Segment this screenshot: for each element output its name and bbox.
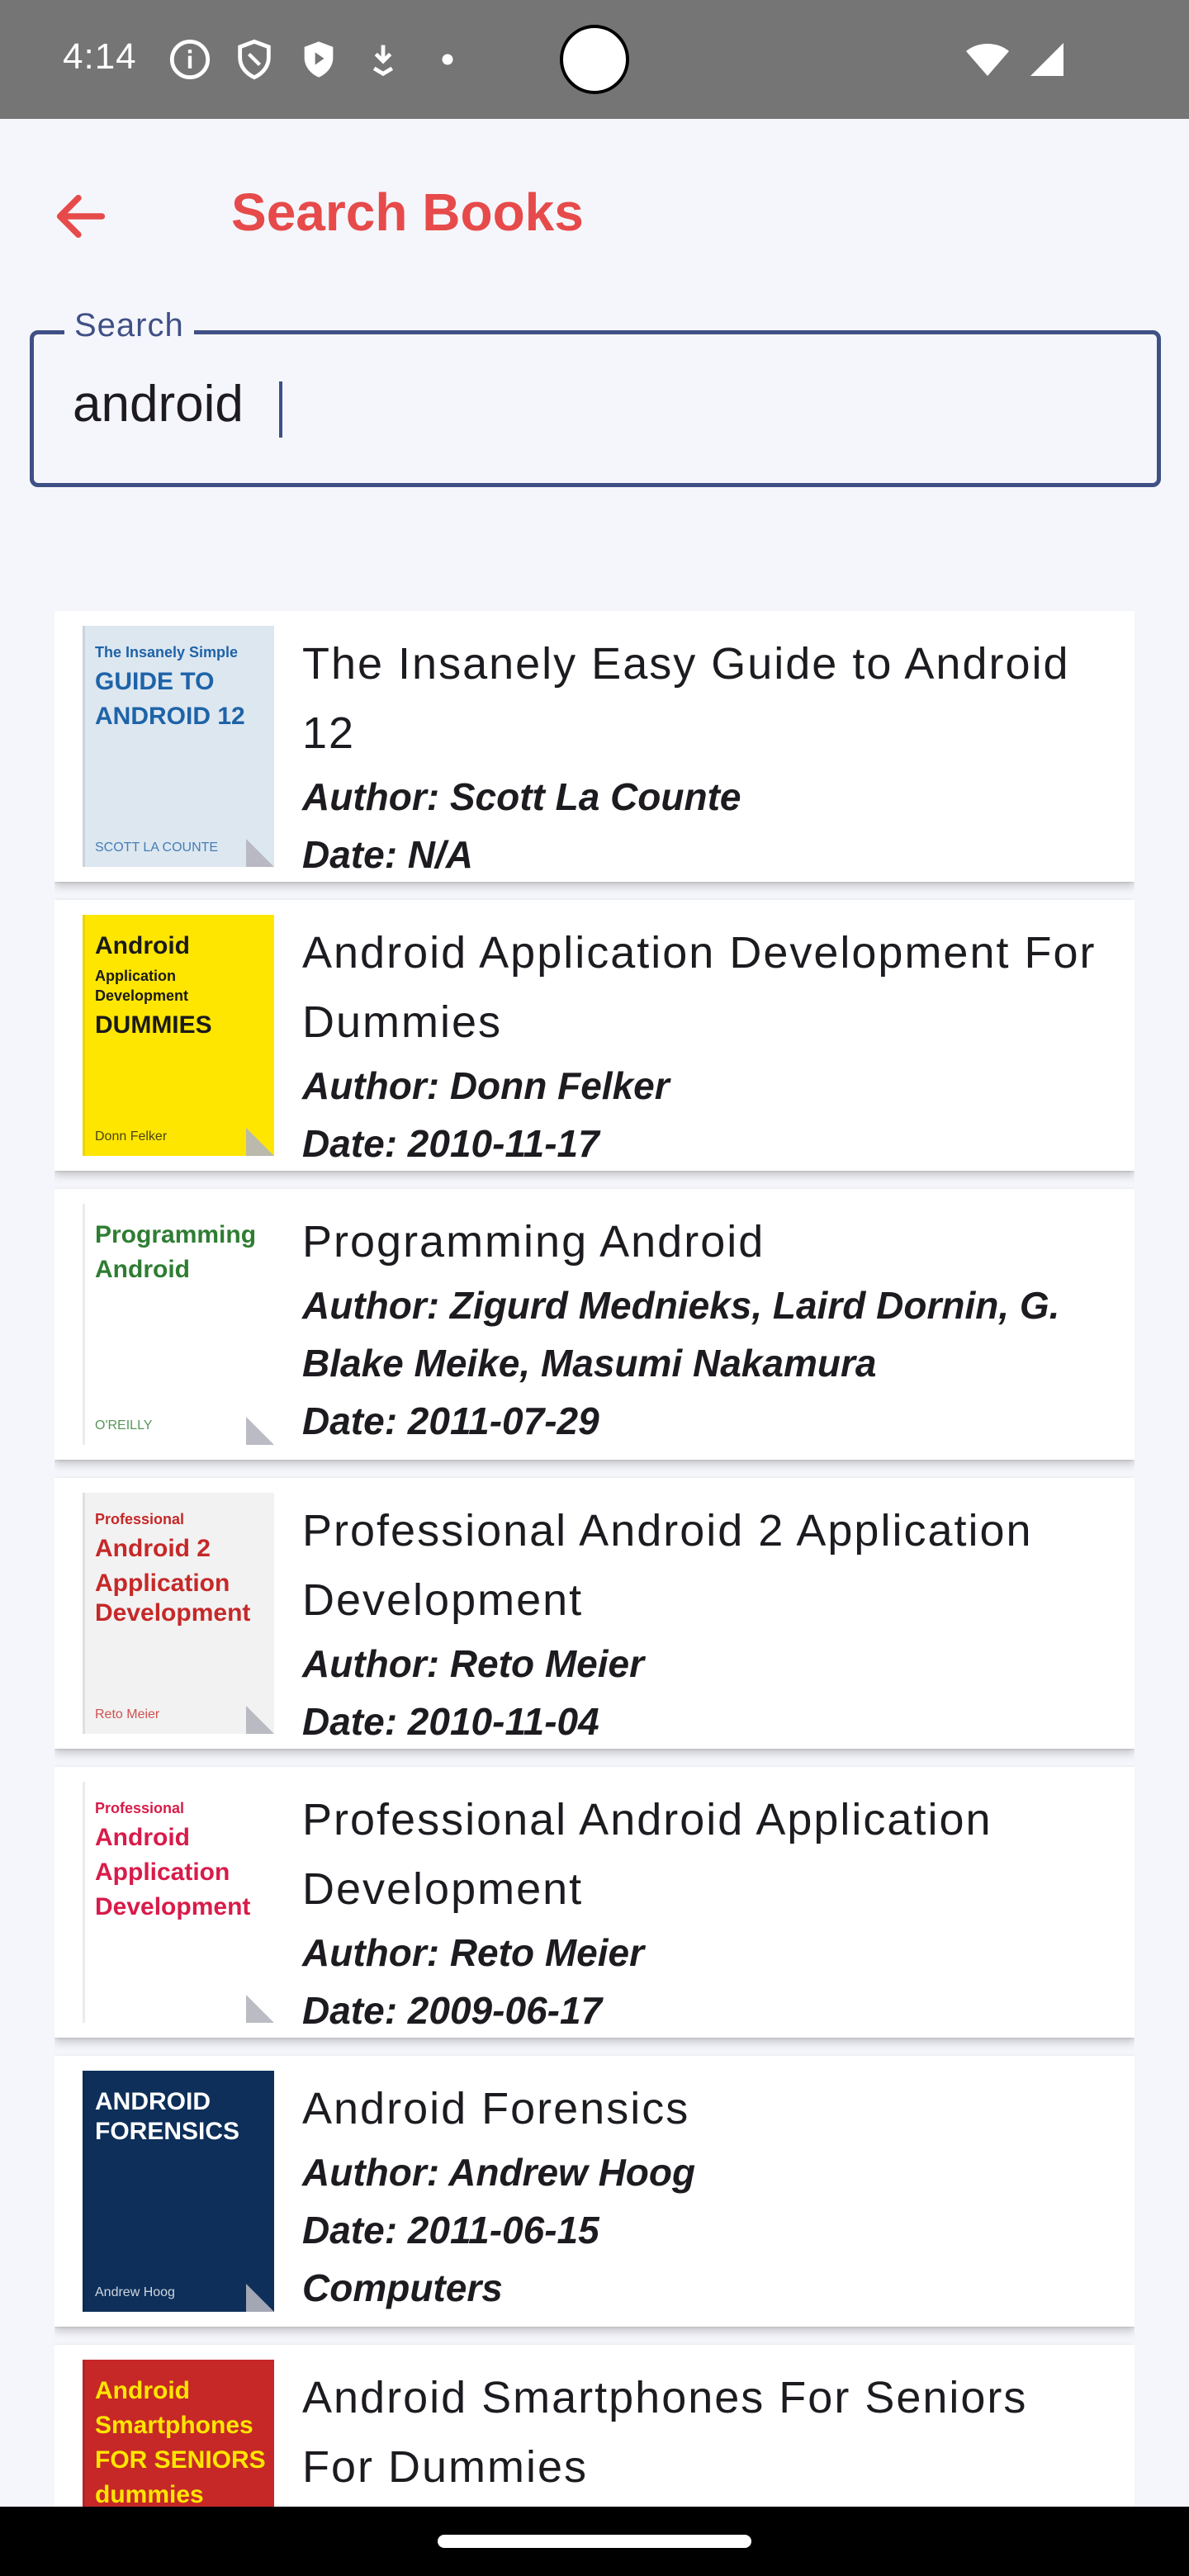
wifi-icon bbox=[966, 44, 1009, 76]
cover-text: Android bbox=[95, 2377, 190, 2404]
book-card[interactable]: Professional Android 2 Application Develop… bbox=[54, 1478, 1135, 1749]
book-card[interactable]: Android Smartphones FOR SENIORS dummies Andr… bbox=[54, 2345, 1135, 2510]
book-cover-image: The Insanely Simple GUIDE TO ANDROID 12 SCO… bbox=[83, 626, 274, 867]
book-author: Author: Reto Meier bbox=[302, 1642, 644, 1685]
text-cursor bbox=[279, 381, 282, 438]
search-input[interactable] bbox=[73, 375, 1063, 433]
shield-icon bbox=[238, 39, 271, 80]
book-date: Date: 2010-11-04 bbox=[302, 1700, 599, 1743]
dot-icon bbox=[442, 54, 453, 65]
page-curl-icon bbox=[246, 2284, 274, 2312]
book-cover-image: ANDROID FORENSICS Andrew Hoog bbox=[83, 2071, 274, 2312]
book-date: Date: 2011-06-15 bbox=[302, 2209, 599, 2252]
cover-text: Professional bbox=[95, 1800, 185, 1816]
book-title: Professional Android Application Develop… bbox=[302, 1795, 992, 1914]
book-date: Date: 2009-06-17 bbox=[302, 1989, 603, 2032]
cover-text: FOR SENIORS bbox=[95, 2446, 266, 2474]
cover-text: Smartphones bbox=[95, 2412, 253, 2439]
book-card[interactable]: Programming Android O'REILLY Programming An… bbox=[54, 1189, 1135, 1460]
cover-text: GUIDE TO bbox=[95, 668, 215, 695]
cover-text: dummies bbox=[95, 2481, 204, 2508]
cover-text: Application Development bbox=[95, 1570, 251, 1627]
book-card[interactable]: The Insanely Simple GUIDE TO ANDROID 12 SCO… bbox=[54, 611, 1135, 882]
book-cover-image: Professional Android 2 Application Develop… bbox=[83, 1493, 274, 1734]
book-details: The Insanely Easy Guide to Android 12 Aut… bbox=[302, 629, 1111, 883]
book-date: Date: 2011-07-29 bbox=[302, 1399, 599, 1442]
status-icons bbox=[168, 38, 469, 81]
book-cover-image: Android Application Development DUMMIES Don… bbox=[83, 915, 274, 1156]
cover-text: Application Development bbox=[95, 968, 189, 1004]
book-author: Author: Donn Felker bbox=[302, 1064, 670, 1107]
cover-author: Donn Felker bbox=[95, 1129, 168, 1144]
cover-text: ANDROID 12 bbox=[95, 703, 245, 730]
play-shield-icon bbox=[304, 41, 334, 78]
status-bar: 4:14 bbox=[0, 0, 1189, 119]
download-icon bbox=[372, 45, 394, 77]
book-title: The Insanely Easy Guide to Android 12 bbox=[302, 639, 1070, 758]
book-author: Author: Reto Meier bbox=[302, 1931, 644, 1974]
book-author: Author: Scott La Counte bbox=[302, 775, 741, 818]
info-icon bbox=[169, 39, 211, 80]
book-details: Professional Android 2 Application Devel… bbox=[302, 1496, 1111, 1750]
book-details: Programming Android Author: Zigurd Mednie… bbox=[302, 1207, 1111, 1450]
cover-author: Reto Meier bbox=[95, 1707, 160, 1721]
book-card[interactable]: Android Application Development DUMMIES Don… bbox=[54, 900, 1135, 1171]
cover-text: ANDROID FORENSICS bbox=[95, 2088, 240, 2145]
cover-author: Andrew Hoog bbox=[95, 2285, 175, 2299]
cover-text: The Insanely Simple bbox=[95, 644, 239, 661]
book-author: Author: Andrew Hoog bbox=[302, 2151, 696, 2194]
book-title: Android Smartphones For Seniors For Dumm… bbox=[302, 2373, 1028, 2492]
app-bar: Search Books bbox=[0, 119, 1189, 304]
book-card[interactable]: Professional Android Application Developmen… bbox=[54, 1767, 1135, 2038]
arrow-back-icon[interactable] bbox=[50, 185, 112, 248]
page-curl-icon bbox=[246, 1128, 274, 1156]
book-details: Android Smartphones For Seniors For Dumm… bbox=[302, 2363, 1111, 2502]
page-curl-icon bbox=[246, 1995, 274, 2023]
page-curl-icon bbox=[246, 839, 274, 867]
book-details: Android Application Development For Dumm… bbox=[302, 918, 1111, 1172]
search-field[interactable]: Search bbox=[30, 307, 1161, 487]
cover-text: Android bbox=[95, 1256, 190, 1283]
status-right-icons bbox=[964, 40, 1067, 79]
book-title: Android Forensics bbox=[302, 2084, 690, 2133]
book-details: Android Forensics Author: Andrew Hoog Date… bbox=[302, 2074, 1111, 2317]
book-card[interactable]: ANDROID FORENSICS Andrew Hoog Android Fore… bbox=[54, 2056, 1135, 2327]
book-cover-image: Android Smartphones FOR SENIORS dummies bbox=[83, 2360, 274, 2510]
cover-text: Android bbox=[95, 1824, 190, 1851]
cover-text: DUMMIES bbox=[95, 1011, 212, 1039]
cover-text: Development bbox=[95, 1893, 251, 1920]
book-list[interactable]: The Insanely Simple GUIDE TO ANDROID 12 SCO… bbox=[54, 611, 1135, 2510]
cover-author: O'REILLY bbox=[95, 1418, 153, 1432]
book-author: Author: Zigurd Mednieks, Laird Dornin, G… bbox=[302, 1284, 1060, 1385]
book-cover-image: Programming Android O'REILLY bbox=[83, 1204, 274, 1445]
status-time: 4:14 bbox=[63, 36, 137, 77]
cover-text: Professional bbox=[95, 1511, 185, 1527]
signal-icon bbox=[1030, 43, 1063, 76]
cover-text: Programming bbox=[95, 1221, 257, 1248]
book-date: Date: 2010-11-17 bbox=[302, 1122, 599, 1165]
page-title: Search Books bbox=[231, 182, 584, 242]
page-curl-icon bbox=[246, 1706, 274, 1734]
book-title: Professional Android 2 Application Devel… bbox=[302, 1506, 1033, 1625]
book-date: Date: N/A bbox=[302, 833, 474, 876]
home-gesture-handle[interactable] bbox=[438, 2535, 751, 2548]
book-category: Computers bbox=[302, 2266, 503, 2309]
navigation-bar bbox=[0, 2507, 1189, 2576]
book-title: Programming Android bbox=[302, 1217, 765, 1267]
book-title: Android Application Development For Dumm… bbox=[302, 928, 1097, 1047]
cover-text: Android bbox=[95, 932, 190, 959]
search-label: Search bbox=[64, 307, 194, 344]
book-details: Professional Android Application Develop… bbox=[302, 1785, 1111, 2039]
book-cover-image: Professional Android Application Developmen… bbox=[83, 1782, 274, 2023]
page-curl-icon bbox=[246, 1417, 274, 1445]
camera-cutout bbox=[560, 25, 629, 94]
cover-author: SCOTT LA COUNTE bbox=[95, 841, 219, 855]
cover-text: Android 2 bbox=[95, 1535, 211, 1562]
cover-text: Application bbox=[95, 1859, 230, 1886]
